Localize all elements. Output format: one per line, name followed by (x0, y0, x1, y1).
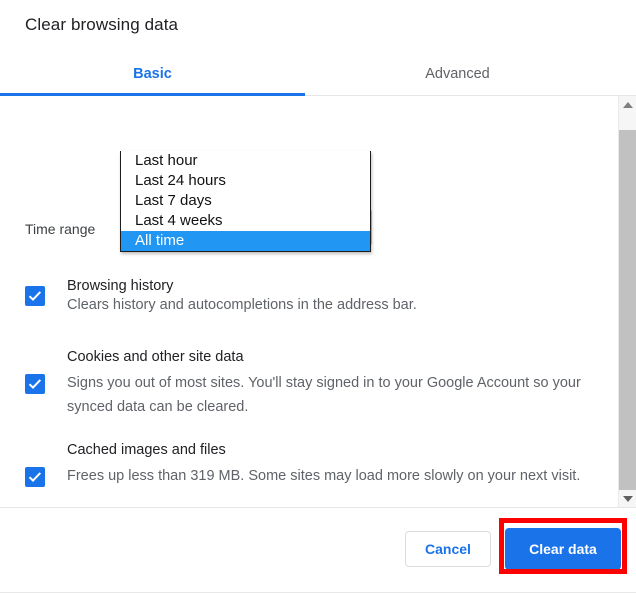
footer-divider (0, 507, 636, 508)
time-range-label: Time range (25, 221, 96, 237)
checkbox-cached-images[interactable] (25, 467, 45, 487)
item-title: Cached images and files (67, 442, 226, 458)
bottom-divider (0, 592, 636, 593)
dropdown-option-last-7-days[interactable]: Last 7 days (121, 191, 370, 211)
clear-browsing-data-dialog: Clear browsing data Basic Advanced Time … (0, 0, 636, 596)
chevron-down-icon (623, 496, 633, 502)
scroll-up-button[interactable] (619, 96, 636, 113)
chevron-up-icon (623, 102, 633, 108)
scrollbar-track[interactable] (619, 113, 636, 492)
dropdown-option-last-hour[interactable]: Last hour (121, 151, 370, 171)
dropdown-option-all-time[interactable]: All time (121, 231, 370, 251)
item-title: Cookies and other site data (67, 349, 244, 365)
check-icon (28, 291, 42, 302)
item-description: Clears history and autocompletions in th… (67, 297, 417, 313)
dropdown-option-last-24-hours[interactable]: Last 24 hours (121, 171, 370, 191)
item-description: Signs you out of most sites. You'll stay… (67, 375, 581, 415)
cancel-button[interactable]: Cancel (405, 531, 491, 567)
clear-data-button[interactable]: Clear data (505, 528, 621, 570)
tab-strip: Basic Advanced (0, 55, 636, 96)
checkbox-browsing-history[interactable] (25, 286, 45, 306)
scroll-down-button[interactable] (619, 490, 636, 507)
dropdown-option-last-4-weeks[interactable]: Last 4 weeks (121, 211, 370, 231)
time-range-dropdown-list[interactable]: Last hour Last 24 hours Last 7 days Last… (120, 151, 371, 252)
vertical-scrollbar[interactable] (618, 96, 636, 507)
item-title: Browsing history (67, 278, 174, 294)
item-description: Frees up less than 319 MB. Some sites ma… (67, 468, 581, 484)
scrollbar-thumb[interactable] (619, 130, 636, 492)
tab-advanced[interactable]: Advanced (305, 55, 610, 93)
check-icon (28, 379, 42, 390)
checkbox-cookies[interactable] (25, 374, 45, 394)
tab-basic[interactable]: Basic (0, 55, 305, 93)
check-icon (28, 472, 42, 483)
page-title: Clear browsing data (25, 15, 179, 34)
